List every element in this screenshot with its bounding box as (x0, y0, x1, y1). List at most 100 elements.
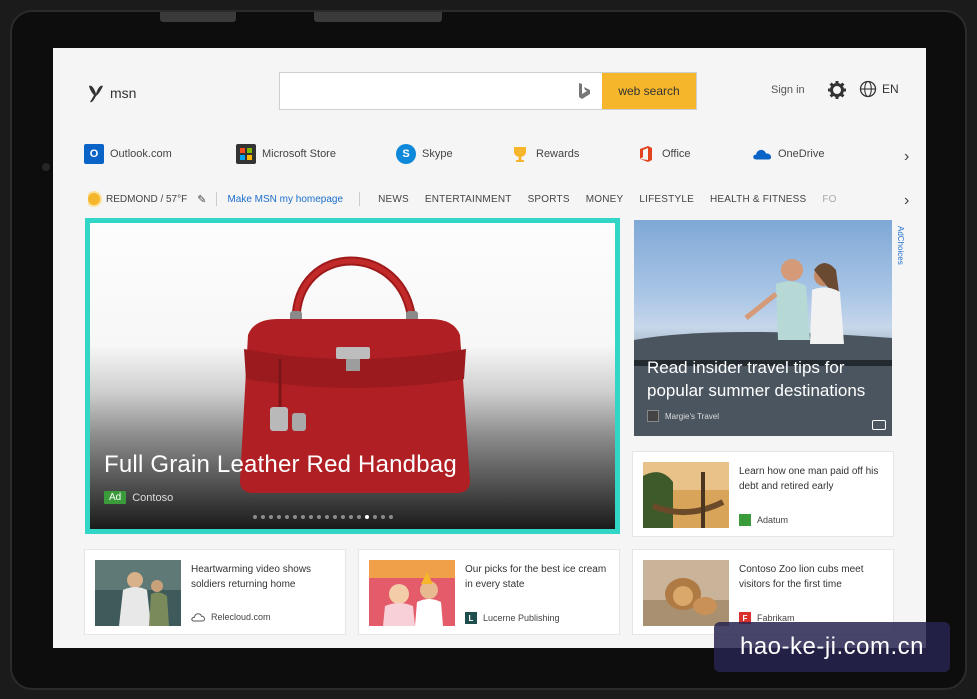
language-label: EN (882, 82, 899, 96)
nav-item-health-fitness[interactable]: HEALTH & FITNESS (710, 194, 806, 205)
carousel-dot[interactable] (349, 515, 353, 519)
sun-icon (88, 193, 100, 205)
adchoices-link[interactable]: AdChoices (896, 226, 905, 265)
carousel-dot[interactable] (333, 515, 337, 519)
carousel-dot[interactable] (269, 515, 273, 519)
carousel-dot[interactable] (325, 515, 329, 519)
hero-source-name: Contoso (132, 491, 174, 504)
outlook-icon: O (84, 144, 104, 164)
app-link-outlook[interactable]: O Outlook.com (84, 144, 172, 164)
news-card[interactable]: Heartwarming video shows soldiers return… (85, 550, 345, 634)
card-title[interactable]: Learn how one man paid off his debt and … (739, 464, 889, 494)
app-link-office[interactable]: Office (636, 144, 691, 164)
card-source-name: Relecloud.com (211, 612, 271, 622)
carousel-dot[interactable] (317, 515, 321, 519)
card-source-name: Lucerne Publishing (483, 613, 560, 623)
feature-title[interactable]: Read insider travel tips for popular sum… (647, 356, 887, 402)
source-logo (647, 410, 659, 422)
bing-icon (566, 73, 602, 109)
carousel-dot[interactable] (365, 515, 369, 519)
hero-title[interactable]: Full Grain Leather Red Handbag (104, 451, 457, 479)
carousel-dot[interactable] (357, 515, 361, 519)
office-icon (636, 144, 656, 164)
nav-bar: REDMOND / 57°F ✎ Make MSN my homepage NE… (88, 188, 888, 210)
gear-icon[interactable] (827, 80, 847, 105)
carousel-dot[interactable] (381, 515, 385, 519)
camera-dot (42, 163, 50, 171)
watermark: hao-ke-ji.com.cn (714, 622, 950, 672)
search-input[interactable] (280, 73, 566, 109)
onedrive-icon (752, 144, 772, 164)
carousel-dot[interactable] (341, 515, 345, 519)
hero-carousel[interactable]: Full Grain Leather Red Handbag Ad Contos… (85, 218, 620, 534)
carousel-dot[interactable] (389, 515, 393, 519)
chevron-right-icon[interactable]: › (904, 148, 909, 166)
nav-item-lifestyle[interactable]: LIFESTYLE (639, 194, 694, 205)
hero-source: Ad Contoso (104, 491, 173, 504)
app-link-rewards[interactable]: Rewards (510, 144, 579, 164)
card-source: Adatum (739, 514, 788, 526)
store-icon (236, 144, 256, 164)
carousel-dot[interactable] (301, 515, 305, 519)
weather-label: REDMOND / 57°F (106, 193, 188, 205)
web-search-button[interactable]: web search (602, 73, 696, 109)
news-card[interactable]: Learn how one man paid off his debt and … (633, 452, 893, 536)
app-link-microsoft-store[interactable]: Microsoft Store (236, 144, 336, 164)
lion-cubs-image (643, 560, 729, 626)
butterfly-icon (89, 85, 103, 103)
news-card[interactable]: Our picks for the best ice cream in ever… (359, 550, 619, 634)
chevron-right-icon[interactable]: › (904, 192, 909, 210)
source-logo: L (465, 612, 477, 624)
pencil-icon[interactable]: ✎ (197, 193, 206, 206)
camera-icon (872, 420, 886, 430)
nav-item-food[interactable]: FO (822, 194, 836, 205)
language-selector[interactable]: EN (859, 80, 899, 98)
app-label: Microsoft Store (262, 148, 336, 160)
globe-icon (859, 80, 877, 98)
browser-screen: msn web search Sign in EN O Outlook.com … (53, 48, 926, 648)
carousel-dots (253, 515, 393, 519)
carousel-dot[interactable] (373, 515, 377, 519)
ice-cream-image (369, 560, 455, 626)
volume-button (160, 12, 236, 22)
msn-logo[interactable]: msn (86, 82, 136, 104)
feature-source-name: Margie's Travel (665, 411, 719, 421)
power-button (314, 12, 442, 22)
carousel-dot[interactable] (261, 515, 265, 519)
app-label: Outlook.com (110, 148, 172, 160)
feature-card[interactable]: Read insider travel tips for popular sum… (634, 220, 892, 436)
app-label: Office (662, 148, 691, 160)
app-link-skype[interactable]: S Skype (396, 144, 453, 164)
card-title[interactable]: Contoso Zoo lion cubs meet visitors for … (739, 562, 889, 592)
carousel-dot[interactable] (285, 515, 289, 519)
app-label: Skype (422, 148, 453, 160)
card-title[interactable]: Heartwarming video shows soldiers return… (191, 562, 341, 592)
sign-in-link[interactable]: Sign in (771, 84, 805, 96)
card-source: L Lucerne Publishing (465, 612, 560, 624)
nav-item-sports[interactable]: SPORTS (528, 194, 570, 205)
make-homepage-link[interactable]: Make MSN my homepage (227, 194, 343, 205)
nav-item-entertainment[interactable]: ENTERTAINMENT (425, 194, 512, 205)
app-link-onedrive[interactable]: OneDrive (752, 144, 824, 164)
logo-text: msn (110, 85, 137, 101)
trophy-icon (510, 144, 530, 164)
card-source: Relecloud.com (191, 612, 271, 622)
carousel-dot[interactable] (293, 515, 297, 519)
carousel-dot[interactable] (253, 515, 257, 519)
weather-widget[interactable]: REDMOND / 57°F ✎ (88, 193, 206, 206)
hammock-image (643, 462, 729, 528)
card-title[interactable]: Our picks for the best ice cream in ever… (465, 562, 615, 592)
divider (359, 192, 361, 206)
skype-icon: S (396, 144, 416, 164)
source-logo (739, 514, 751, 526)
couple-silhouette (634, 259, 892, 436)
cloud-icon (191, 613, 205, 622)
card-source-name: Adatum (757, 515, 789, 525)
app-links-bar: O Outlook.com Microsoft Store S Skype Re… (84, 144, 894, 170)
soldiers-video-image (95, 560, 181, 626)
carousel-dot[interactable] (277, 515, 281, 519)
nav-item-money[interactable]: MONEY (586, 194, 624, 205)
carousel-dot[interactable] (309, 515, 313, 519)
divider (216, 192, 218, 206)
nav-item-news[interactable]: NEWS (378, 194, 409, 205)
